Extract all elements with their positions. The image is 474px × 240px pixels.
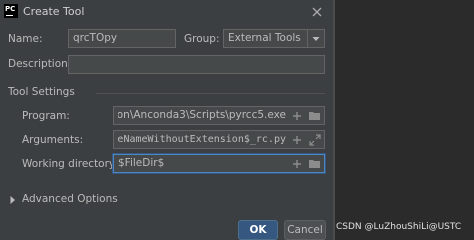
ok-button[interactable]: OK: [238, 220, 278, 240]
group-label: Group:: [184, 33, 220, 45]
group-combobox[interactable]: External Tools: [223, 29, 325, 48]
group-dropdown-button[interactable]: [307, 30, 324, 47]
expand-icon[interactable]: [309, 133, 321, 146]
description-label: Description:: [8, 58, 72, 70]
advanced-options-label: Advanced Options: [22, 193, 118, 205]
chevron-right-icon: [10, 196, 15, 204]
insert-macro-icon[interactable]: [291, 158, 303, 170]
close-button[interactable]: [308, 3, 326, 21]
create-tool-dialog: PC Create Tool Name: qrcTOpy Group: Exte…: [0, 0, 333, 240]
close-icon: [312, 7, 322, 17]
title-bar: PC Create Tool: [0, 0, 333, 24]
background-editor-panel: [333, 0, 474, 240]
description-input[interactable]: [68, 55, 325, 74]
watermark-text: CSDN @LuZhouShiLi@USTC: [336, 222, 462, 232]
working-directory-label: Working directory:: [22, 158, 118, 170]
working-directory-input[interactable]: $FileDir$: [113, 154, 325, 173]
tool-settings-divider: [96, 93, 325, 94]
pycharm-icon: PC: [4, 4, 18, 18]
arguments-label: Arguments:: [22, 134, 84, 146]
group-value: External Tools: [228, 32, 301, 44]
insert-macro-icon[interactable]: [291, 110, 303, 122]
chevron-down-icon: [312, 37, 320, 41]
tool-settings-heading: Tool Settings: [8, 86, 75, 98]
insert-macro-icon[interactable]: [291, 134, 303, 146]
arguments-input[interactable]: ) $FileNameWithoutExtension$_rc.py: [113, 130, 325, 149]
working-directory-value: $FileDir$: [118, 157, 165, 169]
program-value: \pplication\Anconda3\Scripts\pyrcc5.exe: [118, 109, 286, 121]
cancel-button[interactable]: Cancel: [284, 220, 326, 240]
dialog-title: Create Tool: [23, 5, 85, 18]
name-label: Name:: [8, 33, 43, 45]
program-label: Program:: [22, 110, 70, 122]
name-input[interactable]: qrcTOpy: [68, 29, 176, 48]
arguments-value: ) $FileNameWithoutExtension$_rc.py: [118, 134, 286, 145]
folder-icon[interactable]: [308, 158, 321, 169]
panel-divider: [333, 0, 335, 240]
program-input[interactable]: \pplication\Anconda3\Scripts\pyrcc5.exe: [113, 106, 325, 125]
folder-icon[interactable]: [308, 110, 321, 121]
